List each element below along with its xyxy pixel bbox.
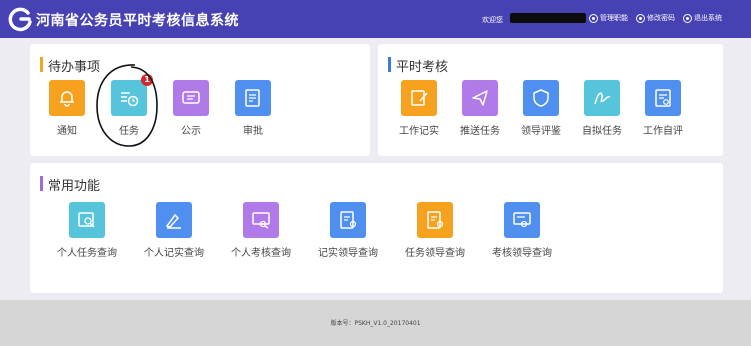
send-icon [462,80,498,116]
assessment-item-push-task[interactable]: 推送任务 [448,80,512,137]
approval-icon [235,80,271,116]
app-logo-icon [8,7,32,32]
todo-item-approval[interactable]: 审批 [221,80,285,137]
logout-link[interactable]: 退出系统 [683,13,722,23]
change-password-link[interactable]: 修改密码 [636,13,675,23]
task-clock-icon: 1 [111,74,153,116]
key-icon [636,13,645,23]
panel-title-todo: 待办事项 [40,56,100,75]
common-item-personal-task-query[interactable]: 个人任务查询 [48,202,126,259]
welcome-text: 欢迎您 [482,16,503,24]
top-bar: 河南省公务员平时考核信息系统 欢迎您 管理职能 修改密码 退出系统 [0,0,751,38]
common-item-assessment-leader-query[interactable]: 考核领导查询 [483,202,561,259]
record-search-icon [156,202,192,238]
common-item-record-leader-query[interactable]: 记实领导查询 [309,202,387,259]
todo-item-notice[interactable]: 通知 [35,80,99,137]
common-item-task-leader-query[interactable]: 任务领导查询 [396,202,474,259]
version-text: 版本号：PSKH_V1.0_20170401 [330,320,421,327]
todo-item-task[interactable]: 1 任务 [97,74,161,137]
assessment-item-leader-review[interactable]: 领导评鉴 [509,80,573,137]
bell-icon [49,80,85,116]
task-count-badge: 1 [141,74,153,86]
assessment-item-self-review[interactable]: 工作自评 [631,80,695,137]
signature-icon [584,80,620,116]
footer: 版本号：PSKH_V1.0_20170401 [0,300,751,346]
leader-record-icon [330,202,366,238]
logout-icon [683,13,692,23]
task-search-icon [69,202,105,238]
self-review-icon [645,80,681,116]
announcement-icon [173,80,209,116]
assessment-item-self-task[interactable]: 自拟任务 [570,80,634,137]
assessment-search-icon [243,202,279,238]
shield-icon [523,80,559,116]
admin-functions-link[interactable]: 管理职能 [589,13,628,23]
panel-title-assessment: 平时考核 [388,56,448,75]
app-title: 河南省公务员平时考核信息系统 [36,13,239,29]
assessment-item-work-record[interactable]: 工作记实 [387,80,451,137]
settings-icon [589,13,598,23]
common-item-personal-record-query[interactable]: 个人记实查询 [135,202,213,259]
todo-item-announcement[interactable]: 公示 [159,80,223,137]
panel-title-common: 常用功能 [40,175,100,194]
edit-record-icon [401,80,437,116]
redacted-username [510,13,586,23]
leader-task-icon [417,202,453,238]
common-item-personal-assessment-query[interactable]: 个人考核查询 [222,202,300,259]
leader-assessment-icon [504,202,540,238]
